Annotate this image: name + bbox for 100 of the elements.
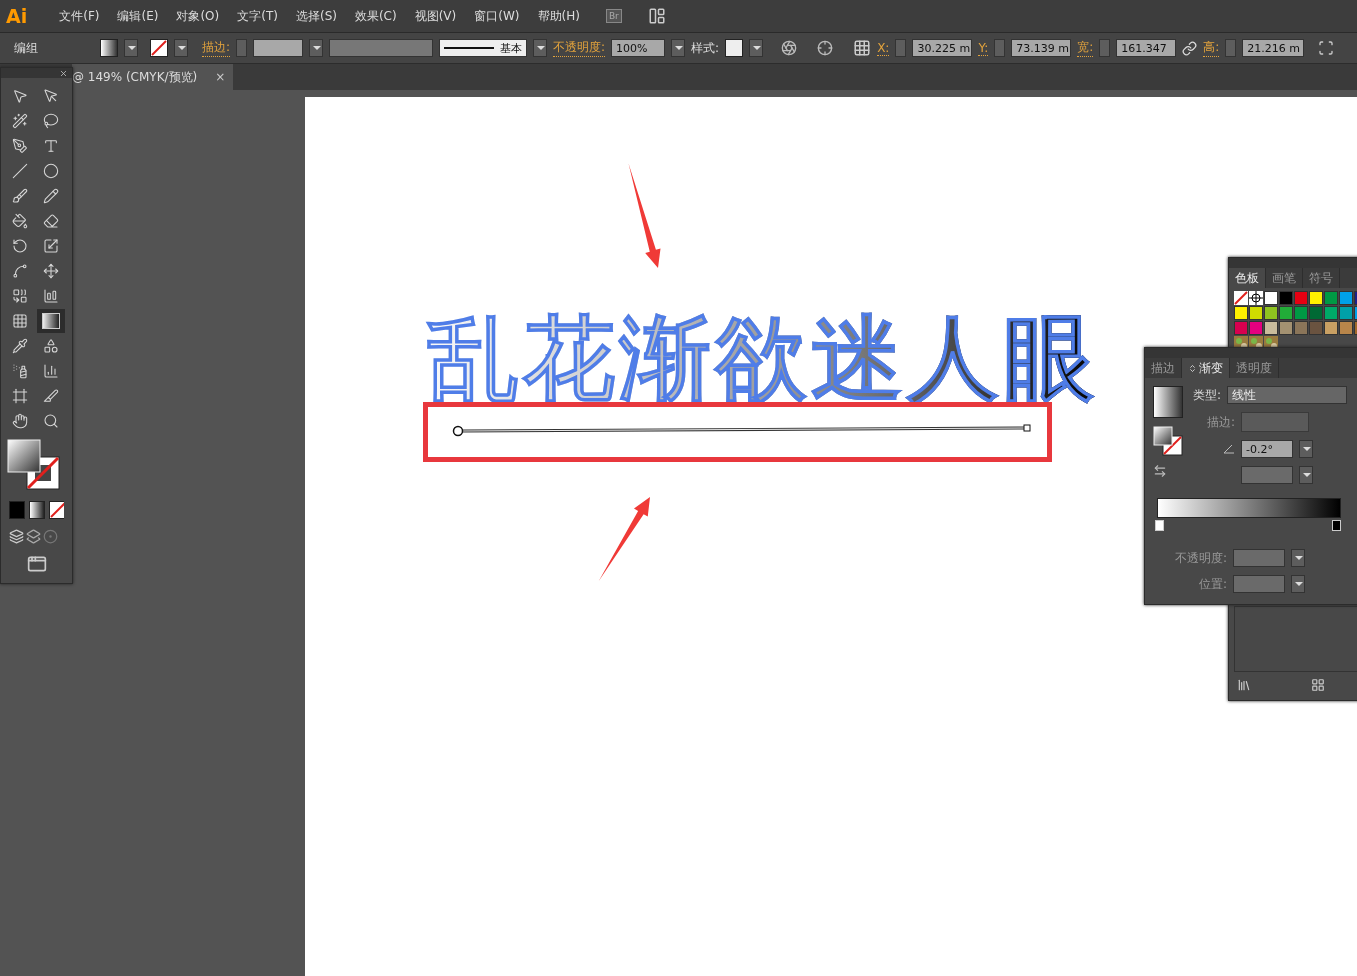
width-field[interactable]: 161.347 — [1116, 39, 1177, 57]
color-swatch[interactable] — [1264, 291, 1278, 305]
registration-swatch[interactable] — [1249, 291, 1263, 305]
angle-field[interactable]: -0.2° — [1241, 440, 1293, 458]
type-label: 类型: — [1193, 386, 1222, 404]
fill-stroke-drawing[interactable] — [7, 439, 63, 491]
menu-item[interactable]: 选择(S) — [289, 7, 343, 25]
library-icon[interactable] — [1237, 678, 1251, 692]
curve-icon — [12, 263, 28, 279]
menu-item[interactable]: 编辑(E) — [111, 7, 165, 25]
menu-item[interactable]: 文件(F) — [53, 7, 106, 25]
close-icon[interactable] — [59, 68, 68, 78]
opacity-label: 不透明度: — [1173, 549, 1227, 567]
color-swatch[interactable] — [1324, 306, 1338, 320]
gradient-mode-button[interactable] — [28, 501, 45, 519]
style-label: 样式: — [691, 39, 720, 57]
eyedropper-icon — [12, 338, 28, 354]
fill-stroke-drawing[interactable] — [1153, 426, 1183, 456]
pen-icon — [12, 138, 28, 154]
panel-tab[interactable]: 符号 — [1303, 268, 1340, 288]
opacity-field[interactable]: 100% — [611, 39, 666, 57]
shapes-icon — [43, 338, 59, 354]
stroke-none-swatch[interactable] — [150, 39, 168, 57]
color-swatch[interactable] — [1294, 321, 1308, 335]
style-swatch[interactable] — [725, 39, 744, 57]
draw-behind-icon[interactable] — [26, 529, 41, 544]
type-icon — [43, 138, 59, 154]
link-icon[interactable] — [1182, 40, 1198, 56]
width-label: 宽: — [1077, 39, 1094, 57]
color-swatch[interactable] — [1264, 321, 1278, 335]
color-swatch[interactable] — [1249, 321, 1263, 335]
reverse-icon[interactable] — [1153, 464, 1167, 478]
gradient-annotator[interactable] — [452, 423, 1032, 439]
ellipse-icon — [43, 163, 59, 179]
panel-tab[interactable]: 透明度 — [1230, 358, 1279, 378]
fill-swatch[interactable] — [100, 39, 118, 57]
panel-tab[interactable]: 画笔 — [1266, 268, 1303, 288]
brush-icon — [12, 188, 28, 204]
expand-icon — [1188, 363, 1197, 373]
color-swatch[interactable] — [1264, 306, 1278, 320]
stroke-weight-field[interactable] — [253, 39, 304, 57]
tool-button[interactable] — [37, 309, 65, 333]
panel-tab[interactable]: 色板 — [1229, 268, 1266, 288]
color-swatch[interactable] — [1279, 291, 1293, 305]
height-label: 高: — [1203, 39, 1220, 57]
height-field[interactable]: 21.216 m — [1242, 39, 1305, 57]
color-swatch[interactable] — [1294, 306, 1308, 320]
color-swatch[interactable] — [1234, 306, 1248, 320]
stroke-style-field[interactable]: 基本 — [439, 39, 528, 57]
gradient-stop[interactable] — [1332, 520, 1341, 531]
color-swatch[interactable] — [1309, 291, 1323, 305]
stroke-label: 描边: — [202, 39, 231, 57]
none-mode-button[interactable] — [48, 501, 64, 519]
none-swatch[interactable] — [1234, 291, 1248, 305]
line-icon — [12, 163, 28, 179]
reference-point-icon[interactable] — [853, 39, 872, 57]
knife-icon — [43, 388, 59, 404]
spray-icon — [12, 363, 28, 379]
x-field[interactable]: 30.225 m — [912, 39, 973, 57]
color-swatch[interactable] — [1249, 306, 1263, 320]
swatch-options-icon[interactable] — [1311, 678, 1325, 692]
y-field[interactable]: 73.139 m — [1011, 39, 1072, 57]
color-mode-button[interactable] — [9, 501, 25, 519]
y-label: Y: — [978, 40, 989, 56]
menu-item[interactable]: 帮助(H) — [531, 7, 586, 25]
stroke-label: 描边: — [1205, 413, 1235, 431]
color-swatch[interactable] — [1324, 321, 1338, 335]
color-swatch[interactable] — [1309, 306, 1323, 320]
x-label: X: — [877, 40, 890, 56]
type-dropdown[interactable]: 线性 — [1227, 386, 1348, 404]
panel-tab[interactable]: 渐变 — [1182, 358, 1230, 378]
arrow-icon — [43, 88, 59, 104]
draw-normal-icon[interactable] — [9, 529, 24, 544]
color-swatch[interactable] — [1339, 321, 1353, 335]
menu-item[interactable]: 视图(V) — [408, 7, 463, 25]
menu-item[interactable]: 文字(T) — [231, 7, 284, 25]
color-swatch[interactable] — [1279, 306, 1293, 320]
close-button[interactable]: × — [215, 70, 226, 84]
bar-chart-icon — [43, 288, 59, 304]
gradient-ramp[interactable] — [1157, 498, 1341, 518]
document-tab[interactable]: @ 149% (CMYK/预览) × — [72, 64, 234, 90]
screen-mode-icon[interactable] — [26, 554, 47, 574]
gradient-preview[interactable] — [1153, 386, 1183, 418]
color-swatch[interactable] — [1279, 321, 1293, 335]
shapes-icon — [12, 288, 28, 304]
grid-icon — [12, 313, 28, 329]
color-swatch[interactable] — [1339, 306, 1353, 320]
workspace-icon[interactable] — [647, 7, 666, 25]
menu-item[interactable]: 对象(O) — [170, 7, 226, 25]
color-swatch[interactable] — [1324, 291, 1338, 305]
menu-item[interactable]: 效果(C) — [348, 7, 403, 25]
opacity-field — [1233, 549, 1285, 567]
color-swatch[interactable] — [1339, 291, 1353, 305]
color-swatch[interactable] — [1294, 291, 1308, 305]
menu-item[interactable]: 窗口(W) — [468, 7, 526, 25]
selection-label: 编组 — [14, 39, 39, 57]
app-logo: Ai — [6, 5, 28, 27]
scale-icon — [43, 238, 59, 254]
color-swatch[interactable] — [1234, 321, 1248, 335]
color-swatch[interactable] — [1309, 321, 1323, 335]
